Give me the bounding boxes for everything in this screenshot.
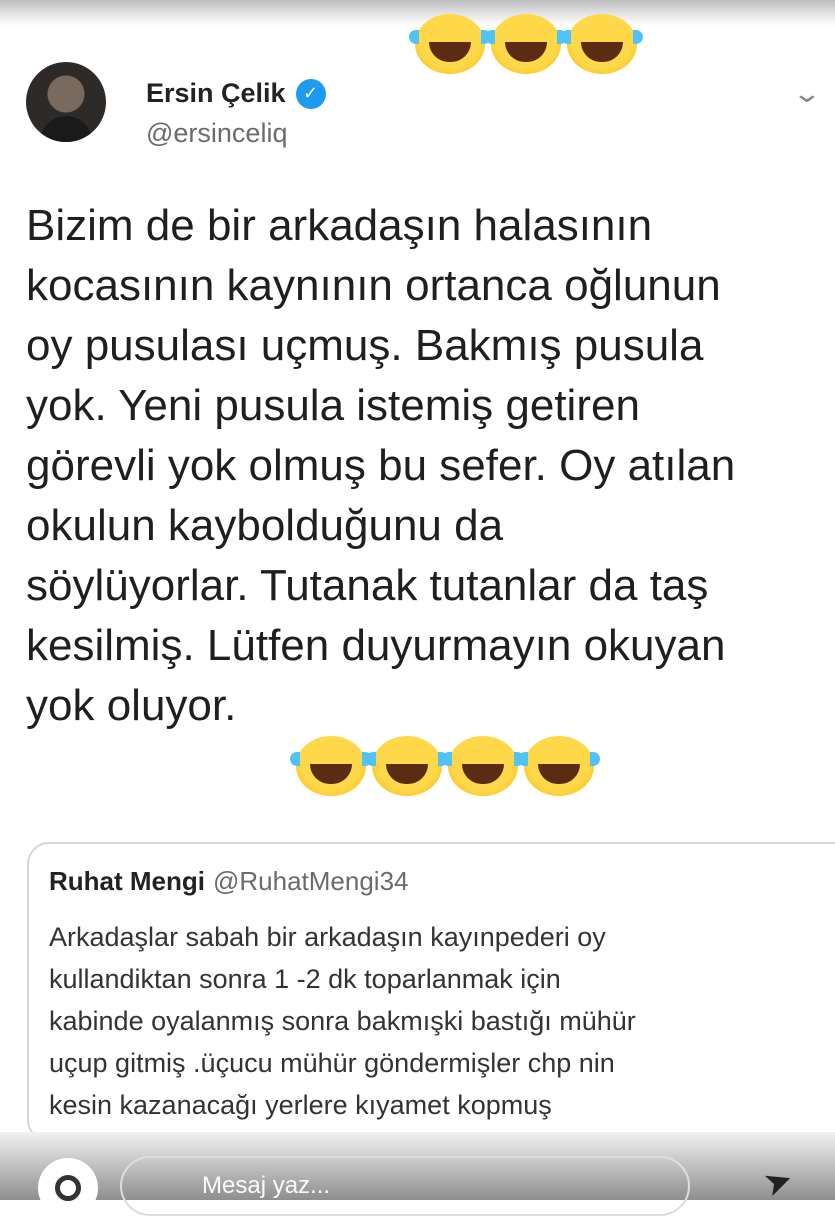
quoted-tweet-header: Ruhat Mengi @RuhatMengi34 [49, 866, 409, 897]
tweet-text-line: görevli yok olmuş bu sefer. Oy atılan [26, 441, 736, 490]
face-with-tears-of-joy-icon [366, 736, 448, 796]
tweet-text-line: yok oluyor. [26, 681, 237, 730]
face-with-tears-of-joy-icon [485, 14, 567, 74]
tweet-text-line: kesilmiş. Lütfen duyurmayın okuyan [26, 621, 726, 670]
quoted-tweet-card[interactable]: Ruhat Mengi @RuhatMengi34 Arkadaşlar saba… [27, 842, 835, 1142]
tweet-text-line: yok. Yeni pusula istemiş getiren [26, 381, 640, 430]
face-with-tears-of-joy-icon [561, 14, 643, 74]
quoted-text-line: uçup gitmiş .üçucu mühür göndermişler ch… [49, 1048, 615, 1078]
face-with-tears-of-joy-icon [518, 736, 600, 796]
tweet-text: Bizim de bir arkadaşın halasının kocasın… [26, 196, 831, 736]
tweet-text-line: kocasının kaynının ortanca oğlunun [26, 261, 721, 310]
quoted-text-line: Arkadaşlar sabah bir arkadaşın kayınpede… [49, 922, 606, 952]
face-with-tears-of-joy-icon [442, 736, 524, 796]
tweet-text-line: okulun kaybolduğunu da [26, 501, 504, 550]
quoted-author-handle: @RuhatMengi34 [213, 866, 409, 896]
author-name-row: Ersin Çelik ✓ [146, 78, 326, 109]
top-emoji-row [409, 14, 643, 74]
author-avatar[interactable] [26, 62, 106, 142]
author-handle[interactable]: @ersinceliq [146, 118, 287, 149]
quoted-text-line: kullandiktan sonra 1 -2 dk toparlanmak i… [49, 964, 561, 994]
quoted-author-name: Ruhat Mengi [49, 866, 205, 896]
author-name[interactable]: Ersin Çelik [146, 78, 286, 109]
quoted-tweet-text: Arkadaşlar sabah bir arkadaşın kayınpede… [49, 916, 636, 1126]
tweet-text-line: Bizim de bir arkadaşın halasının [26, 201, 653, 250]
quoted-text-line: kabinde oyalanmış sonra bakmışki bastığı… [49, 1006, 636, 1036]
camera-button[interactable] [38, 1158, 98, 1218]
face-with-tears-of-joy-icon [290, 736, 372, 796]
quoted-text-line: kesin kazanacağı yerlere kıyamet kopmuş [49, 1090, 552, 1120]
tweet-text-line: söylüyorlar. Tutanak tutanlar da taş [26, 561, 709, 610]
chevron-down-icon[interactable]: ⌄ [792, 78, 823, 109]
tweet-text-line: oy pusulası uçmuş. Bakmış pusula [26, 321, 704, 370]
tweet-emoji-row [290, 736, 600, 796]
face-with-tears-of-joy-icon [409, 14, 491, 74]
message-input[interactable] [120, 1156, 690, 1216]
verified-badge-icon: ✓ [295, 78, 326, 109]
camera-icon [55, 1175, 81, 1201]
